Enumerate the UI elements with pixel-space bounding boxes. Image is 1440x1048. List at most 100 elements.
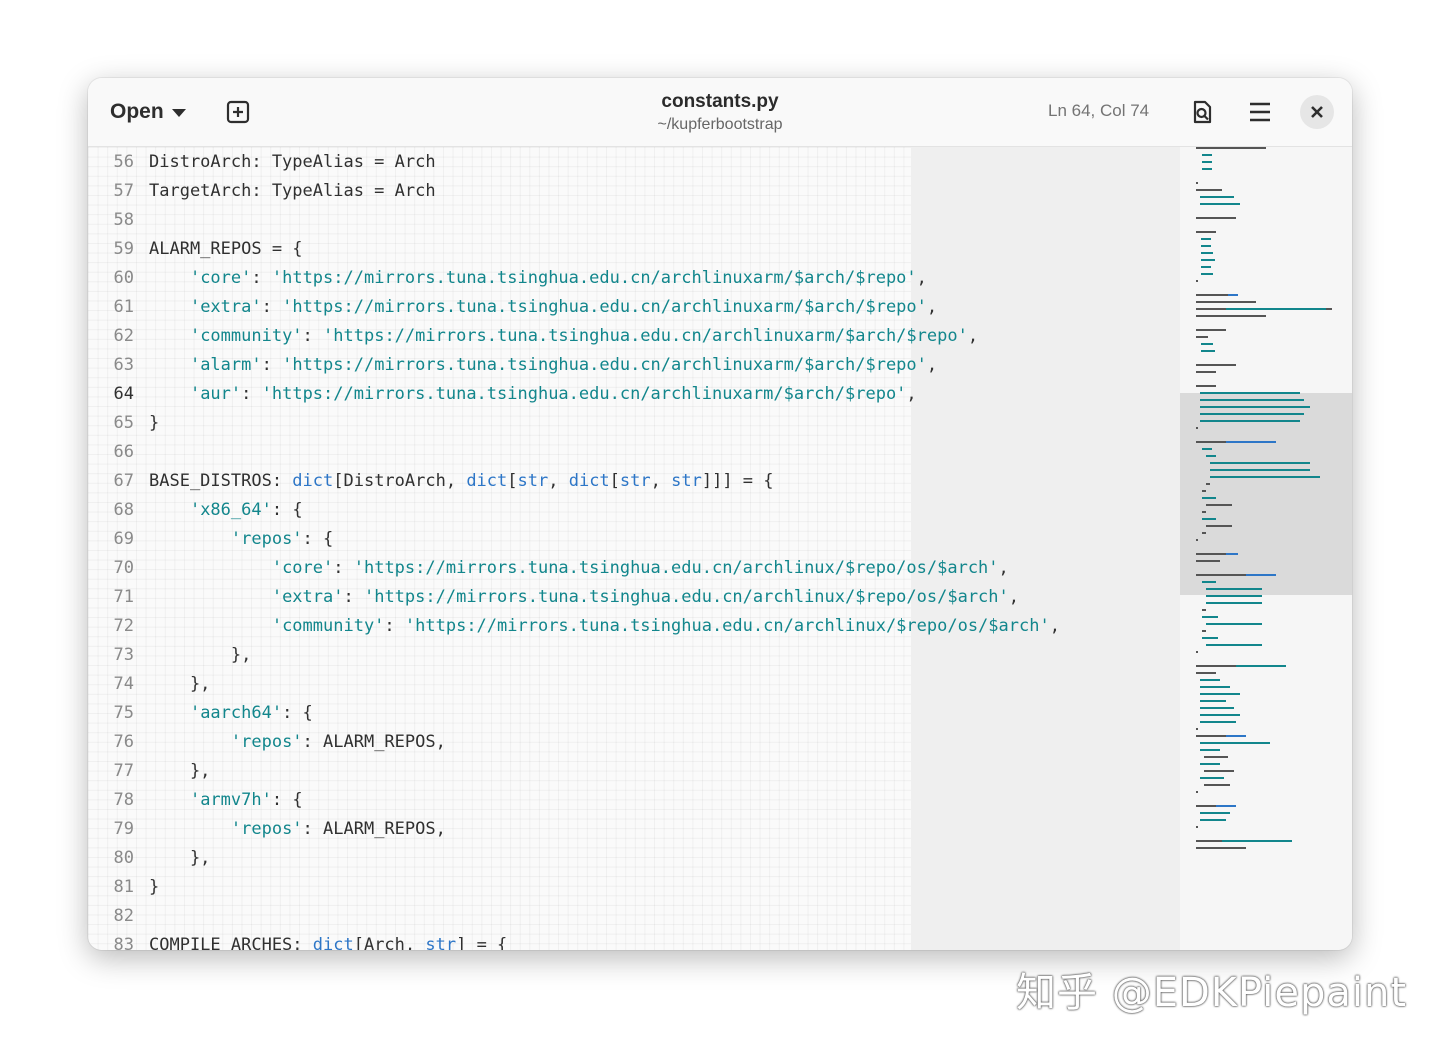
code-line[interactable]: 71 'extra': 'https://mirrors.tuna.tsingh…: [88, 583, 1180, 612]
line-number: 60: [113, 268, 134, 288]
minimap-segment: [1196, 385, 1216, 387]
minimap-segment: [1201, 252, 1213, 254]
code-line[interactable]: 68 'x86_64': {: [88, 496, 1180, 525]
close-button[interactable]: [1300, 95, 1334, 129]
minimap-segment: [1200, 203, 1240, 205]
minimap-segment: [1202, 448, 1212, 450]
minimap-segment: [1200, 749, 1220, 751]
line-number: 70: [113, 558, 134, 578]
string-token: 'https://mirrors.tuna.tsinghua.edu.cn/ar…: [282, 297, 927, 317]
code-token: :: [241, 384, 262, 404]
new-tab-button[interactable]: [222, 96, 254, 128]
document-path: ~/kupferbootstrap: [657, 116, 783, 133]
minimap-segment: [1200, 413, 1304, 415]
code-lines[interactable]: 56 DistroArch: TypeAlias = Arch 57 TargetAr…: [88, 148, 1180, 950]
code-token: ,: [650, 471, 672, 491]
code-line[interactable]: 61 'extra': 'https://mirrors.tuna.tsingh…: [88, 293, 1180, 322]
builtin-token: str: [425, 935, 457, 950]
minimap-segment: [1200, 700, 1226, 702]
string-token: 'aur': [189, 384, 242, 404]
code-line[interactable]: 59 ALARM_REPOS = {: [88, 235, 1180, 264]
string-token: 'core': [189, 268, 252, 288]
code-token: TargetArch: TypeAlias = Arch: [149, 181, 436, 201]
line-number: 77: [113, 761, 134, 781]
code-line[interactable]: 67 BASE_DISTROS: dict[DistroArch, dict[st…: [88, 467, 1180, 496]
code-line[interactable]: 69 'repos': {: [88, 525, 1180, 554]
code-line[interactable]: 60 'core': 'https://mirrors.tuna.tsinghu…: [88, 264, 1180, 293]
minimap-segment: [1202, 581, 1216, 583]
line-number: 63: [113, 355, 134, 375]
string-token: 'repos': [230, 732, 303, 752]
line-source: 'repos': {: [149, 525, 333, 554]
code-token: [: [507, 471, 518, 491]
code-line[interactable]: 64 'aur': 'https://mirrors.tuna.tsinghua…: [88, 380, 1180, 409]
code-line[interactable]: 66: [88, 438, 1180, 467]
minimap-segment: [1202, 168, 1212, 170]
minimap-segment: [1246, 441, 1276, 443]
code-line[interactable]: 58: [88, 206, 1180, 235]
code-line[interactable]: 73 },: [88, 641, 1180, 670]
code-line[interactable]: 83 COMPILE_ARCHES: dict[Arch, str] = {: [88, 931, 1180, 950]
minimap-segment: [1228, 294, 1238, 296]
code-token: ,: [1008, 587, 1020, 607]
code-line[interactable]: 74 },: [88, 670, 1180, 699]
code-line[interactable]: 75 'aarch64': {: [88, 699, 1180, 728]
minimap-segment: [1210, 476, 1320, 478]
string-token: 'repos': [230, 819, 303, 839]
line-number: 73: [113, 645, 134, 665]
minimap-segment: [1201, 266, 1211, 268]
code-token: ,: [967, 326, 979, 346]
code-line[interactable]: 77 },: [88, 757, 1180, 786]
minimap-viewport[interactable]: [1180, 393, 1352, 595]
line-number: 72: [113, 616, 134, 636]
minimap[interactable]: [1180, 147, 1352, 950]
minimap-segment: [1200, 763, 1220, 765]
code-line[interactable]: 62 'community': 'https://mirrors.tuna.ts…: [88, 322, 1180, 351]
code-line[interactable]: 57 TargetArch: TypeAlias = Arch: [88, 177, 1180, 206]
code-line[interactable]: 78 'armv7h': {: [88, 786, 1180, 815]
code-line[interactable]: 80 },: [88, 844, 1180, 873]
code-line[interactable]: 72 'community': 'https://mirrors.tuna.ts…: [88, 612, 1180, 641]
minimap-segment: [1196, 840, 1222, 842]
code-line[interactable]: 76 'repos': ALARM_REPOS,: [88, 728, 1180, 757]
string-token: 'aarch64': [189, 703, 283, 723]
code-token: : {: [302, 529, 334, 549]
open-button[interactable]: Open: [102, 94, 194, 130]
line-source: 'alarm': 'https://mirrors.tuna.tsinghua.…: [149, 351, 937, 380]
minimap-segment: [1202, 532, 1206, 534]
main-menu-button[interactable]: [1244, 96, 1276, 128]
code-token: DistroArch: TypeAlias = Arch: [149, 152, 436, 172]
builtin-token: dict: [568, 471, 610, 491]
minimap-segment: [1200, 420, 1300, 422]
line-number: 82: [113, 906, 134, 926]
code-line[interactable]: 79 'repos': ALARM_REPOS,: [88, 815, 1180, 844]
cursor-position[interactable]: Ln 64, Col 74: [1048, 101, 1149, 121]
code-token: :: [251, 268, 272, 288]
find-button[interactable]: [1186, 96, 1218, 128]
code-line[interactable]: 81}: [88, 873, 1180, 902]
minimap-segment: [1326, 308, 1332, 310]
builtin-token: dict: [466, 471, 508, 491]
code-editor[interactable]: 56 DistroArch: TypeAlias = Arch 57 TargetAr…: [88, 147, 1180, 950]
code-line[interactable]: 63 'alarm': 'https://mirrors.tuna.tsingh…: [88, 351, 1180, 380]
minimap-segment: [1200, 819, 1226, 821]
code-line[interactable]: 70 'core': 'https://mirrors.tuna.tsinghu…: [88, 554, 1180, 583]
string-token: 'https://mirrors.tuna.tsinghua.edu.cn/ar…: [323, 326, 968, 346]
line-source: COMPILE_ARCHES: dict[Arch, str] = {: [149, 931, 507, 950]
code-line[interactable]: 65}: [88, 409, 1180, 438]
line-number: 75: [113, 703, 134, 723]
builtin-token: dict: [312, 935, 354, 950]
code-line[interactable]: 56 DistroArch: TypeAlias = Arch: [88, 148, 1180, 177]
editor-window: Open constants.py ~/kupferbootstrap Ln 6…: [88, 78, 1352, 950]
line-number: 79: [113, 819, 134, 839]
code-token: ,: [906, 384, 917, 404]
code-line[interactable]: 82: [88, 902, 1180, 931]
code-token: : {: [271, 500, 303, 520]
line-source: 'repos': ALARM_REPOS,: [149, 728, 446, 757]
minimap-segment: [1196, 182, 1198, 184]
